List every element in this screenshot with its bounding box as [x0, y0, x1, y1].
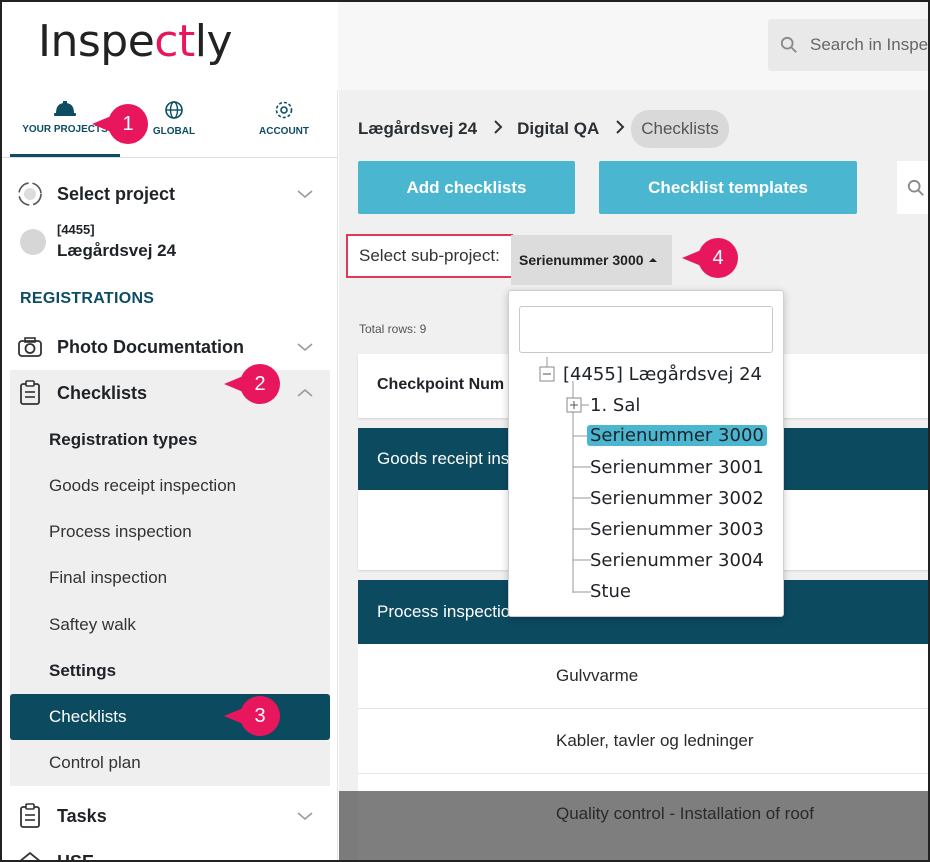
badge-number: 3: [240, 696, 280, 736]
annotation-badge-2: 2: [224, 364, 280, 404]
tab-label: GLOBAL: [152, 126, 196, 137]
table-row[interactable]: Gulvvarme: [358, 644, 928, 709]
global-search[interactable]: Search in Inspe: [768, 19, 929, 71]
sidebar-item-label: HSE: [57, 851, 95, 862]
annotation-badge-1: 1: [92, 104, 148, 144]
gear-icon: [275, 101, 293, 119]
sub-project-label: Select sub-project:: [346, 234, 513, 278]
modal-backdrop: [339, 791, 928, 860]
annotation-badge-4: 4: [682, 238, 738, 278]
sidebar-item-label: Photo Documentation: [57, 336, 244, 357]
tab-account[interactable]: ACCOUNT: [229, 100, 339, 137]
registrations-heading: REGISTRATIONS: [20, 290, 155, 307]
row-label: Gulvvarme: [556, 666, 639, 685]
tree-node-serienummer-3000[interactable]: Serienummer 3000: [587, 425, 767, 446]
submenu-heading-registration-types: Registration types: [49, 430, 198, 449]
group-title: Goods receipt ins: [377, 449, 510, 468]
breadcrumb-current: Checklists: [631, 110, 729, 148]
sidebar: YOUR PROJECTS GLOBAL ACCOUNT Select proj…: [2, 90, 338, 862]
column-header-checkpoint[interactable]: Checkpoint Num: [377, 376, 504, 394]
search-icon: [780, 36, 797, 53]
chevron-down-icon[interactable]: [296, 341, 314, 353]
total-rows: Total rows: 9: [359, 322, 427, 336]
inspectly-logo[interactable]: Inspectly: [38, 16, 233, 67]
house-icon: [16, 848, 44, 860]
submenu-heading-settings: Settings: [49, 661, 117, 680]
project-number: [4455]: [57, 222, 95, 237]
breadcrumb-project[interactable]: Lægårdsvej 24: [358, 119, 477, 139]
clipboard-icon: [16, 379, 44, 407]
sub-project-dropdown: [4455] Lægårdsvej 24 1. Sal Serienummer …: [508, 290, 784, 617]
submenu-item-checklists-label: Checklists: [49, 707, 127, 726]
project-name: Lægårdsvej 24: [57, 241, 177, 260]
submenu-item-control-plan[interactable]: Control plan: [49, 753, 141, 773]
checklist-templates-button[interactable]: Checklist templates: [599, 161, 857, 214]
breadcrumb-digital-qa[interactable]: Digital QA: [517, 119, 599, 139]
search-icon: [907, 179, 924, 196]
chevron-right-icon: [615, 119, 625, 139]
chevron-down-icon[interactable]: [296, 188, 314, 200]
tree-node-stue[interactable]: Stue: [590, 581, 631, 602]
chevron-down-icon[interactable]: [296, 810, 314, 822]
row-label: Quality control - Installation of roof: [556, 804, 814, 823]
chevron-up-icon[interactable]: [296, 387, 314, 399]
tab-label: ACCOUNT: [259, 126, 309, 137]
sub-project-select[interactable]: Serienummer 3000: [511, 235, 672, 285]
sidebar-tabs: YOUR PROJECTS GLOBAL ACCOUNT: [2, 90, 338, 158]
tree-node-serienummer-3001[interactable]: Serienummer 3001: [590, 457, 764, 478]
hardhat-icon: [54, 101, 76, 116]
badge-number: 2: [240, 364, 280, 404]
task-list-icon: [16, 802, 44, 830]
tree-node-serienummer-3003[interactable]: Serienummer 3003: [590, 519, 764, 540]
logo-text: Inspe: [38, 16, 155, 67]
submenu-item-goods-receipt[interactable]: Goods receipt inspection: [49, 476, 236, 496]
sidebar-item-label: Checklists: [57, 382, 148, 403]
table-search[interactable]: [897, 161, 928, 214]
annotation-badge-3: 3: [224, 696, 280, 736]
app-window: Inspectly Search in Inspe YOUR PROJECTS …: [0, 0, 930, 862]
active-tab-indicator: [10, 154, 120, 157]
sidebar-item-photo-documentation[interactable]: Photo Documentation: [16, 331, 326, 363]
select-project-label: Select project: [57, 183, 176, 204]
group-title: Process inspection: [377, 602, 520, 621]
row-label: Kabler, tavler og ledninger: [556, 731, 754, 750]
badge-number: 4: [698, 238, 738, 278]
add-checklists-button[interactable]: Add checklists: [358, 161, 575, 214]
submenu-item-saftey-walk[interactable]: Saftey walk: [49, 615, 136, 635]
sidebar-item-hse[interactable]: HSE: [16, 846, 326, 862]
breadcrumb: Lægårdsvej 24 Digital QA Checklists: [358, 110, 729, 148]
camera-icon: [16, 333, 44, 361]
chevron-right-icon: [493, 119, 503, 139]
project-avatar: [20, 229, 46, 255]
submenu-item-final-inspection[interactable]: Final inspection: [49, 568, 167, 588]
tree-node-serienummer-3004[interactable]: Serienummer 3004: [590, 550, 764, 571]
sidebar-item-label: Tasks: [57, 805, 107, 826]
select-project-row[interactable]: Select project: [16, 178, 326, 210]
sidebar-item-tasks[interactable]: Tasks: [16, 800, 326, 832]
sub-project-value: Serienummer 3000: [519, 252, 644, 268]
top-bar: Inspectly Search in Inspe: [2, 2, 928, 90]
globe-icon: [165, 101, 183, 119]
logo-text-end: ly: [194, 16, 233, 67]
project-switch-icon: [16, 180, 44, 208]
tree-root-node[interactable]: [4455] Lægårdsvej 24: [563, 364, 762, 385]
tree-node-serienummer-3002[interactable]: Serienummer 3002: [590, 488, 764, 509]
tree-node-1-sal[interactable]: 1. Sal: [590, 395, 640, 416]
search-placeholder: Search in Inspe: [810, 35, 929, 54]
table-row[interactable]: Kabler, tavler og ledninger: [358, 709, 928, 774]
badge-number: 1: [108, 104, 148, 144]
caret-up-icon: [648, 258, 657, 262]
submenu-item-process-inspection[interactable]: Process inspection: [49, 522, 192, 542]
logo-magnifier-text: ct: [154, 16, 195, 67]
